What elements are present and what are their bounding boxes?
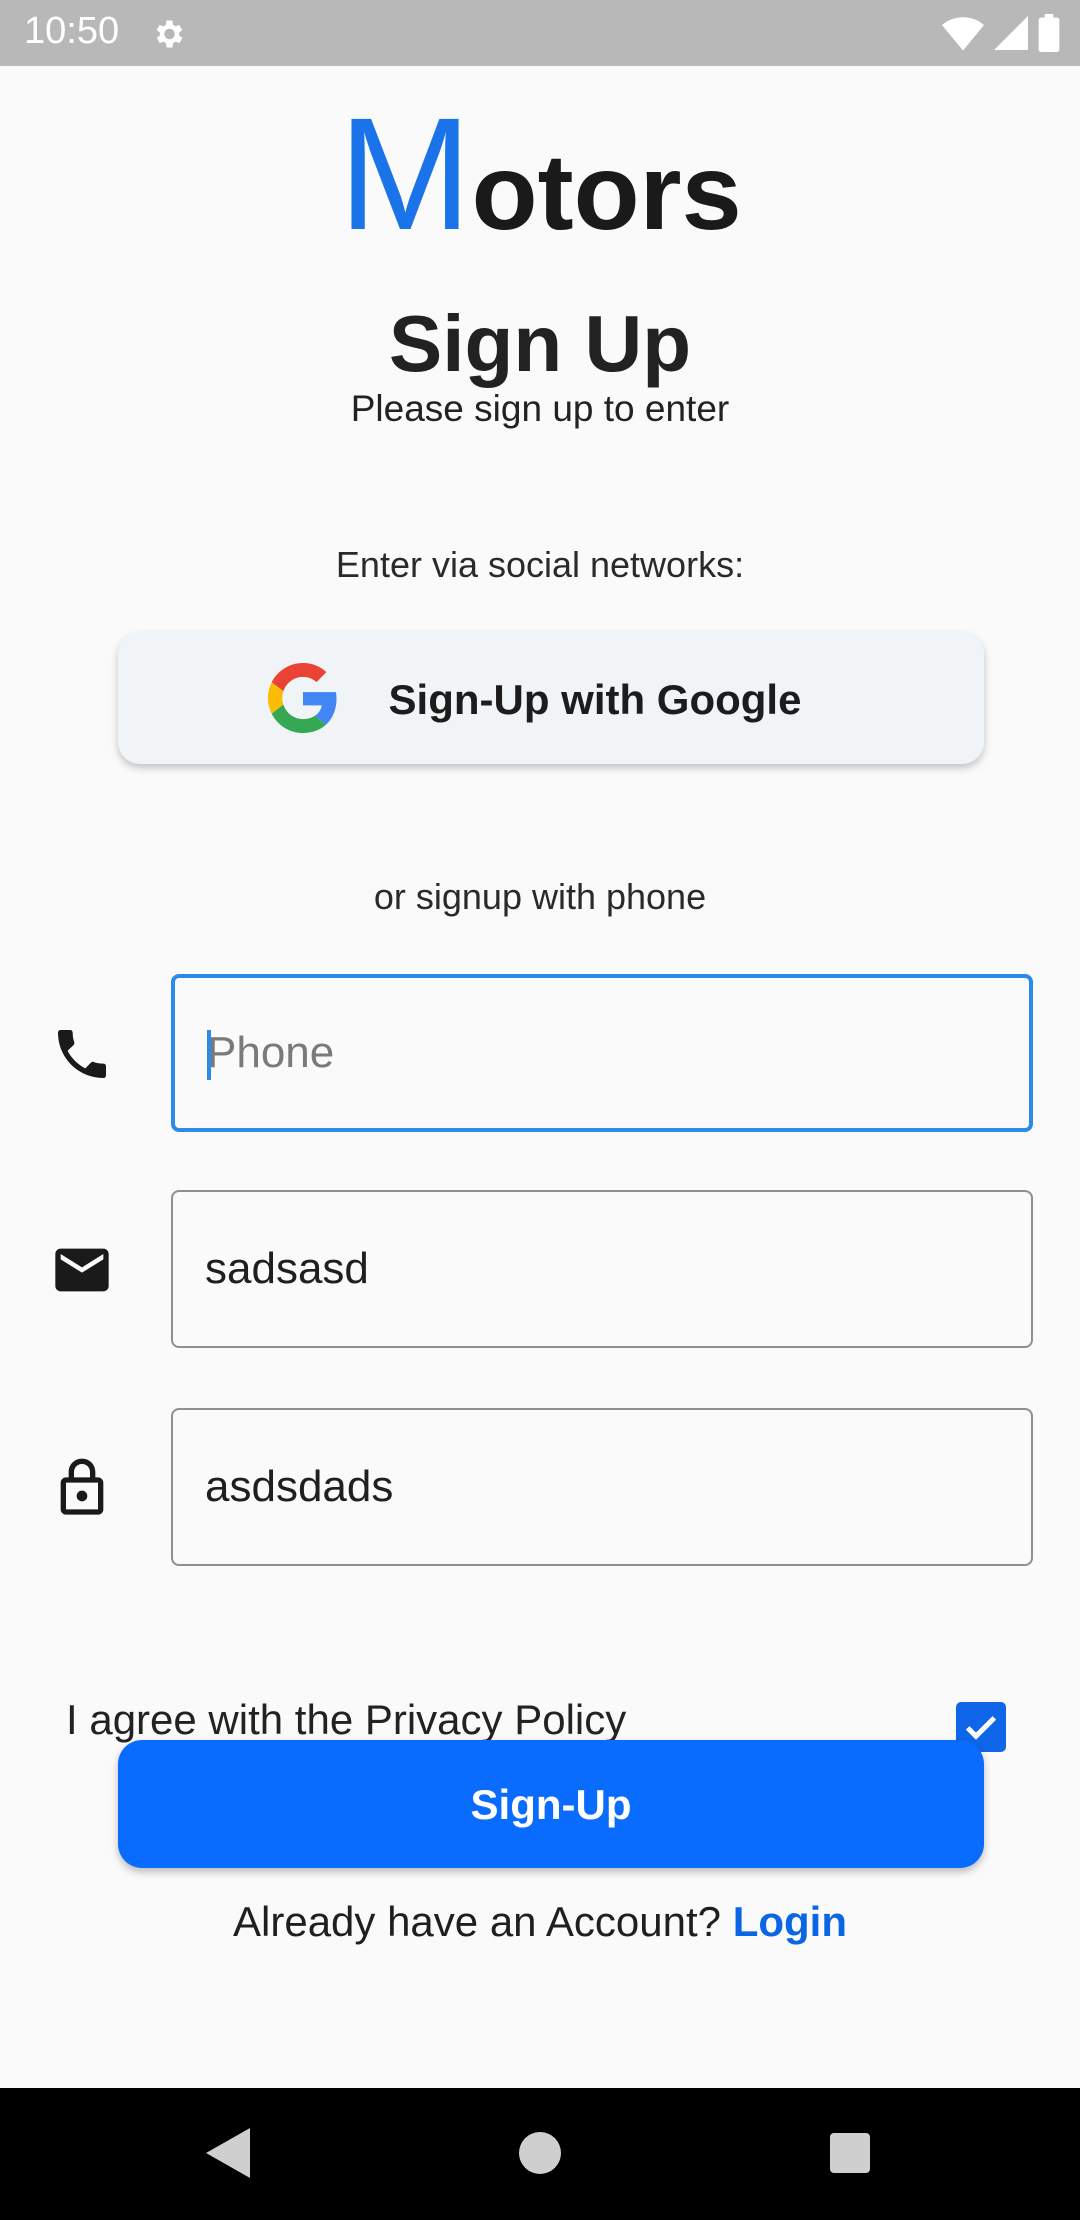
page-subtitle: Please sign up to enter bbox=[350, 388, 730, 429]
privacy-policy-label: I agree with the Privacy Policy bbox=[66, 1696, 627, 1743]
page-title: Sign Up bbox=[388, 299, 692, 388]
logo-rest: otors bbox=[471, 131, 742, 252]
login-prompt-text: Already have an Account? bbox=[233, 1898, 722, 1945]
social-label: Enter via social networks: bbox=[335, 544, 745, 585]
battery-icon bbox=[1038, 14, 1060, 52]
navigation-bar bbox=[0, 2088, 1080, 2220]
text-caret bbox=[207, 1030, 211, 1080]
email-field-box bbox=[171, 1190, 1033, 1348]
phone-row bbox=[0, 974, 1080, 1134]
password-field-box bbox=[171, 1408, 1033, 1566]
password-row bbox=[0, 1408, 1080, 1568]
cell-signal-icon bbox=[994, 16, 1028, 50]
logo-first-letter: M bbox=[338, 84, 472, 263]
back-triangle-icon[interactable] bbox=[204, 2126, 252, 2180]
google-signup-label: Sign-Up with Google bbox=[388, 676, 802, 723]
phone-section-label: or signup with phone bbox=[373, 876, 707, 917]
email-row bbox=[0, 1190, 1080, 1350]
signup-button[interactable]: Sign-Up bbox=[118, 1740, 984, 1868]
recents-square-icon[interactable] bbox=[830, 2133, 870, 2173]
password-input[interactable] bbox=[205, 1410, 995, 1564]
app-logo: Motors bbox=[0, 94, 1080, 254]
phone-field-box bbox=[171, 974, 1033, 1132]
signup-button-label: Sign-Up bbox=[470, 1781, 632, 1828]
signup-screen: Motors Sign Up Please sign up to enter E… bbox=[0, 66, 1080, 2088]
mail-icon bbox=[55, 1248, 109, 1292]
google-signup-button[interactable]: Sign-Up with Google bbox=[118, 632, 984, 764]
status-time: 10:50 bbox=[24, 10, 120, 52]
login-link[interactable]: Login bbox=[733, 1898, 847, 1945]
gear-icon bbox=[156, 20, 183, 48]
phone-input[interactable] bbox=[207, 978, 997, 1128]
wifi-icon bbox=[942, 17, 984, 51]
status-icons bbox=[942, 14, 1060, 52]
home-circle-icon[interactable] bbox=[519, 2132, 561, 2174]
login-prompt: Already have an Account? Login bbox=[0, 1898, 1080, 1946]
status-bar: 10:50 bbox=[0, 0, 1080, 66]
phone-icon bbox=[58, 1030, 106, 1078]
email-input[interactable] bbox=[205, 1192, 995, 1346]
lock-icon bbox=[60, 1458, 104, 1515]
